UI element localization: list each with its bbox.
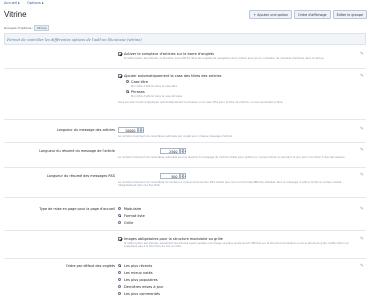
autotitle-choice-phrases-radio[interactable] [126, 90, 130, 94]
summary-length-label: Longueur du résumé du message de l'artic… [39, 149, 115, 153]
tab-order-popular-radio[interactable] [118, 278, 122, 282]
message-length-hint: Le nombre maximum de caractères autorisé… [118, 135, 233, 138]
edit-pencil-icon[interactable]: ✎ [360, 173, 365, 178]
breadcrumb-label: Groupes d'options : [4, 26, 34, 30]
counter-label: Activer le compteur d'articles sur la ba… [124, 52, 214, 56]
toolbar: + Ajouter une option Ordre d'affichage É… [249, 10, 367, 19]
top-navigation: Accueil ▸ Options ▸ [4, 1, 50, 5]
page-type-modular-radio[interactable] [118, 207, 122, 211]
autotitle-label: Ajouter automatiquement la case des titr… [124, 74, 222, 78]
edit-pencil-icon[interactable]: ✎ [360, 74, 365, 79]
message-length-input[interactable]: 10000 [118, 127, 138, 133]
rss-length-label: Longueur du résumé des messages RSS [46, 174, 115, 178]
divider [4, 230, 366, 231]
tab-order-rated-radio[interactable] [118, 271, 122, 275]
edit-pencil-icon[interactable]: ✎ [360, 148, 365, 153]
nav-home-link[interactable]: Accueil ▸ [4, 1, 20, 5]
edit-pencil-icon[interactable]: ✎ [360, 207, 365, 212]
mandatory-images-label: Images obligatoires pour la structure mo… [124, 237, 223, 241]
nav-options-link[interactable]: Options ▸ [27, 1, 44, 5]
display-order-button[interactable]: Ordre d'affichage [293, 10, 331, 19]
divider [4, 68, 366, 69]
summary-length-input[interactable]: 2500 [160, 148, 180, 154]
tab-order-updated-label: Dernières mises à jour [124, 285, 164, 289]
page-title: Vitrine [4, 10, 27, 19]
autotitle-checkbox[interactable] [118, 74, 122, 78]
counter-hint: Si cette option est activée, le brouillo… [124, 57, 325, 60]
page-type-modular-label: Modulaire [124, 207, 142, 211]
autotitle-choice-phrases-label: Phrases [131, 90, 145, 94]
autotitle-choice-case-radio[interactable] [126, 80, 130, 84]
tab-order-recent-radio[interactable] [118, 264, 122, 268]
tab-order-rated-label: Les mieux notés [124, 271, 153, 275]
tab-order-commented-label: Les plus commentés [124, 292, 160, 296]
tab-order-updated-radio[interactable] [118, 285, 122, 289]
tab-order-commented-radio[interactable] [118, 292, 122, 296]
edit-pencil-icon[interactable]: ✎ [360, 237, 365, 242]
divider [4, 197, 366, 198]
divider [4, 119, 366, 120]
tab-order-popular-label: Les plus populaires [124, 278, 158, 282]
divider [4, 142, 366, 143]
breadcrumb: Groupes d'options : Vitrine [4, 25, 50, 31]
add-option-button[interactable]: + Ajouter une option [249, 10, 292, 19]
page-type-grid-label: Grille [124, 221, 134, 225]
autotitle-choice-case-label: Case titre [131, 80, 148, 84]
summary-length-increment[interactable]: + [183, 148, 186, 154]
breadcrumb-badge[interactable]: Vitrine [34, 25, 50, 31]
edit-group-button[interactable]: Éditer le groupe [332, 10, 367, 19]
rss-length-increment[interactable]: + [183, 173, 186, 179]
rss-length-input[interactable]: 500 [160, 173, 180, 179]
autotitle-hint: Vous pouvez choisir d'appliquer automati… [118, 101, 284, 104]
autotitle-choice-case-hint: Mon titre d'article dans la case titre [131, 85, 178, 88]
edit-pencil-icon[interactable]: ✎ [360, 52, 365, 57]
page-type-grid-radio[interactable] [118, 221, 122, 225]
divider [4, 258, 366, 259]
tab-order-label: Ordre par défaut des onglets [66, 264, 115, 268]
page-type-list-radio[interactable] [118, 214, 122, 218]
edit-pencil-icon[interactable]: ✎ [360, 264, 365, 269]
summary-length-hint: Le nombre maximum de caractères autorisé… [118, 156, 346, 159]
divider [4, 167, 366, 168]
message-length-label: Longueur du message des articles [56, 128, 115, 132]
mandatory-images-hint: Si cette option est activée, seulement l… [124, 242, 349, 249]
tab-order-recent-label: Les plus récents [124, 264, 153, 268]
page-type-list-label: Format liste [124, 214, 145, 218]
page-type-label: Type de mise en page pour la page d'accu… [39, 207, 115, 211]
edit-pencil-icon[interactable]: ✎ [360, 127, 365, 132]
counter-checkbox[interactable] [118, 52, 122, 56]
group-description: Permet de contrôler les différentes opti… [4, 33, 366, 45]
autotitle-choice-phrases-hint: Mon titre d'article dans la case phrases [131, 95, 183, 98]
mandatory-images-checkbox[interactable] [118, 237, 122, 241]
message-length-increment[interactable]: + [141, 127, 144, 133]
rss-length-hint: Le nombre maximum de caractères du conte… [118, 181, 342, 188]
